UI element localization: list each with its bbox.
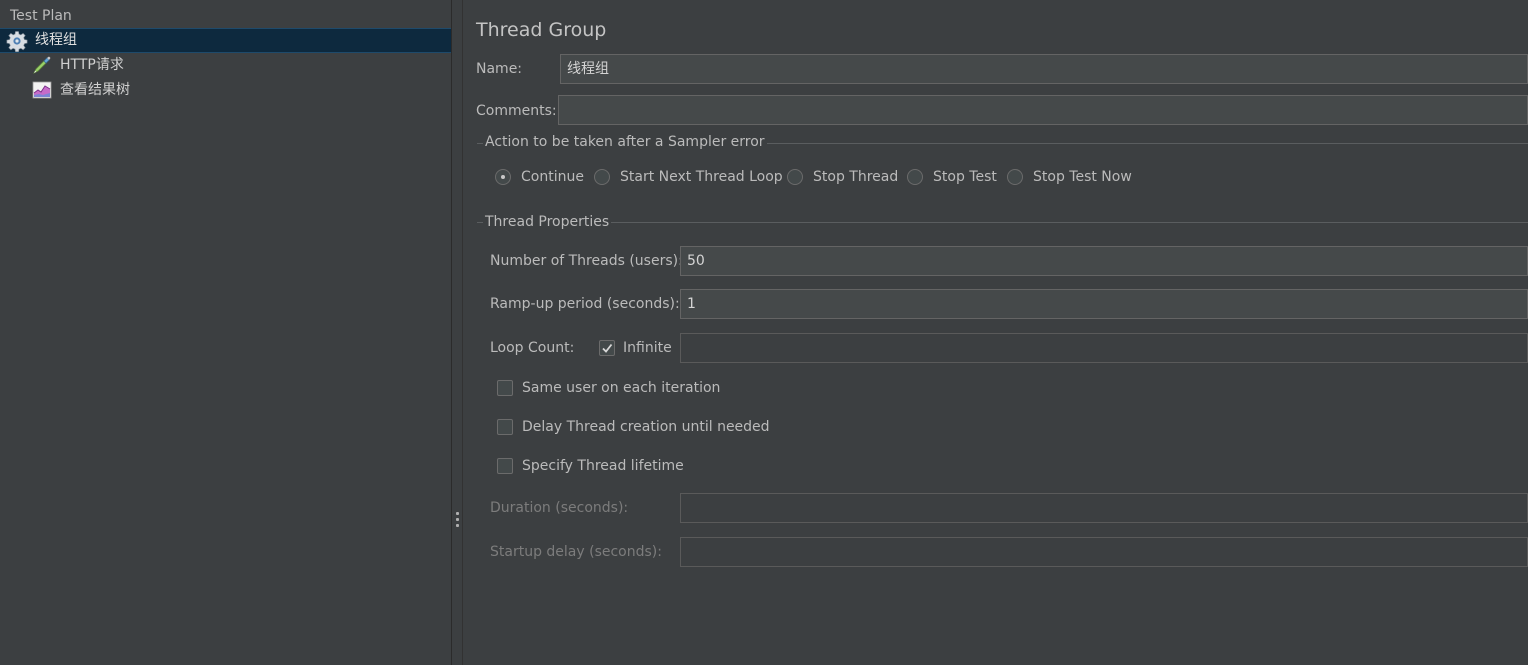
radio-stop-thread[interactable] [787, 169, 803, 185]
gear-icon [6, 30, 28, 52]
threads-label: Number of Threads (users): [490, 253, 683, 269]
thread-properties-group-title: Thread Properties [483, 214, 612, 230]
number-of-threads-input[interactable]: 50 [680, 246, 1528, 276]
radio-stop-test-now[interactable] [1007, 169, 1023, 185]
infinite-checkbox[interactable] [599, 340, 615, 356]
radio-continue[interactable] [495, 169, 511, 185]
tree-item-label: Test Plan [10, 8, 72, 24]
chart-icon [32, 81, 52, 99]
radio-stop-test[interactable] [907, 169, 923, 185]
threads-input-value: 50 [687, 253, 705, 269]
same-user-checkbox[interactable] [497, 380, 513, 396]
tree-item-label: 线程组 [35, 32, 77, 48]
radio-label-stop-thread: Stop Thread [813, 169, 899, 185]
sampler-error-group-title: Action to be taken after a Sampler error [483, 134, 767, 150]
drag-handle-dot [456, 512, 459, 515]
group-border [477, 222, 1528, 223]
pipette-icon [32, 55, 52, 75]
name-label: Name: [476, 61, 523, 77]
comments-label: Comments: [476, 103, 557, 119]
loop-count-label: Loop Count: [490, 340, 575, 356]
rampup-label: Ramp-up period (seconds): [490, 296, 680, 312]
loop-count-input[interactable] [680, 333, 1528, 363]
tree-item-view-results-tree[interactable]: 查看结果树 [0, 78, 300, 102]
tree-item-label: 查看结果树 [60, 82, 130, 98]
page-title: Thread Group [476, 19, 607, 41]
tree-item-http-request[interactable]: HTTP请求 [0, 53, 300, 77]
delay-thread-creation-checkbox[interactable] [497, 419, 513, 435]
radio-label-stop-test: Stop Test [933, 169, 997, 185]
rampup-period-input[interactable]: 1 [680, 289, 1528, 319]
tree-item-thread-group[interactable]: 线程组 [0, 28, 451, 53]
radio-label-continue: Continue [521, 169, 584, 185]
checkmark-icon [602, 343, 613, 353]
radio-start-next-thread-loop[interactable] [594, 169, 610, 185]
drag-handle-dot [456, 524, 459, 527]
split-pane-divider[interactable] [451, 0, 463, 665]
drag-handle-dot [456, 518, 459, 521]
infinite-label: Infinite [623, 340, 672, 356]
rampup-input-value: 1 [687, 296, 696, 312]
test-plan-tree: Test Plan 线程组 HTTP请求 查看结果树 [0, 0, 451, 665]
delay-thread-creation-label: Delay Thread creation until needed [522, 419, 770, 435]
radio-label-stop-test-now: Stop Test Now [1033, 169, 1132, 185]
thread-group-panel: Thread Group Name: 线程组 Comments: Action … [463, 0, 1528, 665]
specify-thread-lifetime-checkbox[interactable] [497, 458, 513, 474]
startup-delay-label: Startup delay (seconds): [490, 544, 662, 560]
specify-thread-lifetime-label: Specify Thread lifetime [522, 458, 684, 474]
name-input-value: 线程组 [567, 61, 609, 77]
comments-input[interactable] [558, 95, 1528, 125]
duration-input[interactable] [680, 493, 1528, 523]
same-user-label: Same user on each iteration [522, 380, 721, 396]
tree-item-label: HTTP请求 [60, 57, 124, 73]
startup-delay-input[interactable] [680, 537, 1528, 567]
radio-label-start-next-thread-loop: Start Next Thread Loop [620, 169, 783, 185]
name-input[interactable]: 线程组 [560, 54, 1528, 84]
duration-label: Duration (seconds): [490, 500, 629, 516]
